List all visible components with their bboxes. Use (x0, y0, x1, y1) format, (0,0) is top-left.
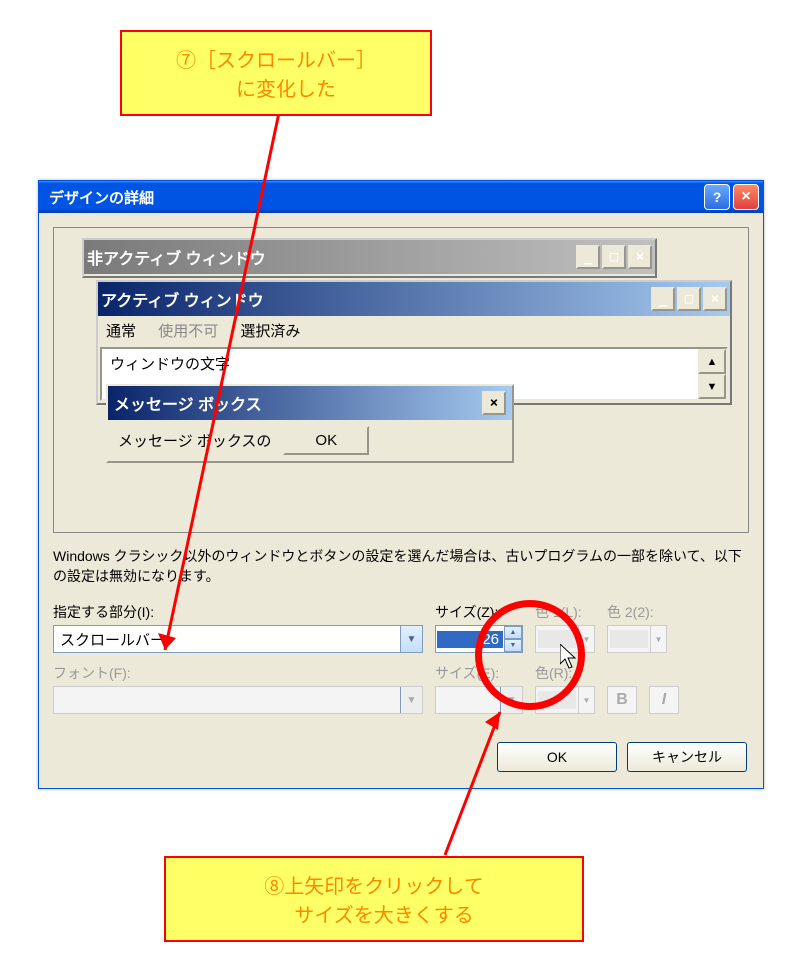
menu-disabled: 使用不可 (158, 323, 218, 340)
bold-button: B (607, 686, 637, 714)
preview-messagebox: メッセージ ボックス × メッセージ ボックスの OK (106, 384, 514, 463)
msgbox-text: メッセージ ボックスの (118, 430, 271, 451)
preview-area[interactable]: 非アクティブ ウィンドウ _ □ × アクティブ ウィンドウ _ (53, 227, 749, 533)
color2-combo: ▼ (607, 625, 667, 653)
inactive-controls: _ □ × (576, 245, 652, 269)
color2-field: 色 2(2): ▼ (607, 602, 667, 653)
design-details-dialog: デザインの詳細 ? × 非アクティブ ウィンドウ _ □ × (38, 180, 764, 789)
chevron-down-icon: ▼ (650, 626, 666, 652)
scroll-buttons: ▲ ▼ (698, 349, 726, 399)
active-title: アクティブ ウィンドウ (101, 287, 264, 311)
dialog-body: 非アクティブ ウィンドウ _ □ × アクティブ ウィンドウ _ (39, 213, 763, 788)
item-value: スクロールバー (54, 629, 400, 650)
font-label: フォント(F): (53, 663, 423, 683)
titlebar-buttons: ? × (704, 184, 759, 210)
menu-normal: 通常 (106, 323, 136, 340)
callout-text: ⑧上矢印をクリックして サイズを大きくする (264, 876, 483, 927)
controls-row-2: フォント(F): ▼ サイズ(E): ▼ 色(R): (53, 663, 749, 714)
controls-row-1: 指定する部分(I): スクロールバー ▼ サイズ(Z): 26 ▲ ▼ (53, 602, 749, 653)
note-text: Windows クラシック以外のウィンドウとボタンの設定を選んだ場合は、古いプロ… (53, 547, 749, 586)
cancel-button[interactable]: キャンセル (627, 742, 747, 772)
action-row: OK キャンセル (53, 724, 749, 774)
menu-row: 通常 使用不可 選択済み (98, 316, 730, 345)
preview-inactive-window: 非アクティブ ウィンドウ _ □ × (82, 238, 657, 278)
msgbox-body: メッセージ ボックスの OK (108, 420, 512, 461)
dialog-title: デザインの詳細 (49, 187, 154, 208)
scroll-up-icon: ▲ (698, 349, 726, 374)
close-icon: × (482, 391, 506, 415)
scroll-down-icon: ▼ (698, 374, 726, 399)
callout-top: ⑦［スクロールバー］ に変化した (120, 30, 432, 116)
msgbox-ok-button: OK (283, 426, 369, 455)
help-button[interactable]: ? (704, 184, 730, 210)
color-swatch (610, 630, 648, 648)
item-combo[interactable]: スクロールバー ▼ (53, 625, 423, 653)
cursor-icon (560, 644, 580, 672)
color2-label: 色 2(2): (607, 602, 667, 622)
italic-button: I (649, 686, 679, 714)
callout-text: ⑦［スクロールバー］ に変化した (176, 50, 376, 101)
active-titlebar: アクティブ ウィンドウ _ □ × (98, 282, 730, 316)
close-icon: × (628, 245, 652, 269)
active-controls: _ □ × (651, 287, 727, 311)
dialog-titlebar: デザインの詳細 ? × (39, 181, 763, 213)
ok-button[interactable]: OK (497, 742, 617, 772)
font-combo: ▼ (53, 686, 423, 714)
msgbox-title: メッセージ ボックス (114, 391, 262, 415)
close-icon: × (703, 287, 727, 311)
maximize-icon: □ (602, 245, 626, 269)
item-label: 指定する部分(I): (53, 602, 423, 622)
menu-selected: 選択済み (240, 323, 300, 340)
minimize-icon: _ (576, 245, 600, 269)
maximize-icon: □ (677, 287, 701, 311)
chevron-down-icon[interactable]: ▼ (400, 626, 422, 652)
inactive-titlebar: 非アクティブ ウィンドウ _ □ × (84, 240, 655, 274)
chevron-down-icon: ▼ (578, 687, 594, 713)
minimize-icon: _ (651, 287, 675, 311)
inactive-title: 非アクティブ ウィンドウ (87, 245, 266, 269)
close-button[interactable]: × (733, 184, 759, 210)
item-field: 指定する部分(I): スクロールバー ▼ (53, 602, 423, 653)
chevron-down-icon: ▼ (400, 687, 422, 713)
font-field: フォント(F): ▼ (53, 663, 423, 714)
callout-bottom: ⑧上矢印をクリックして サイズを大きくする (164, 856, 584, 942)
msgbox-titlebar: メッセージ ボックス × (108, 386, 512, 420)
